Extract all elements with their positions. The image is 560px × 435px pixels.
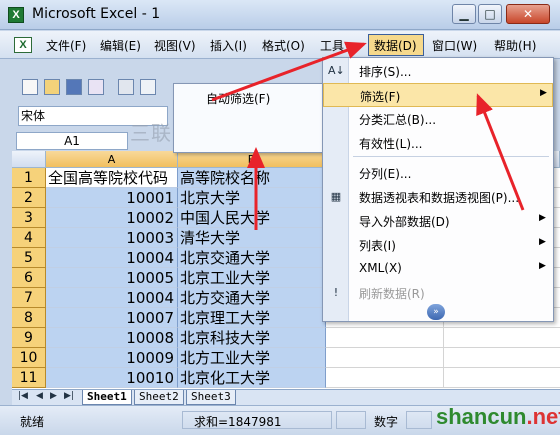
arrow-to-data-menu — [211, 41, 367, 102]
annotation-arrows — [211, 41, 525, 230]
arrow-to-filter-item — [476, 93, 525, 211]
